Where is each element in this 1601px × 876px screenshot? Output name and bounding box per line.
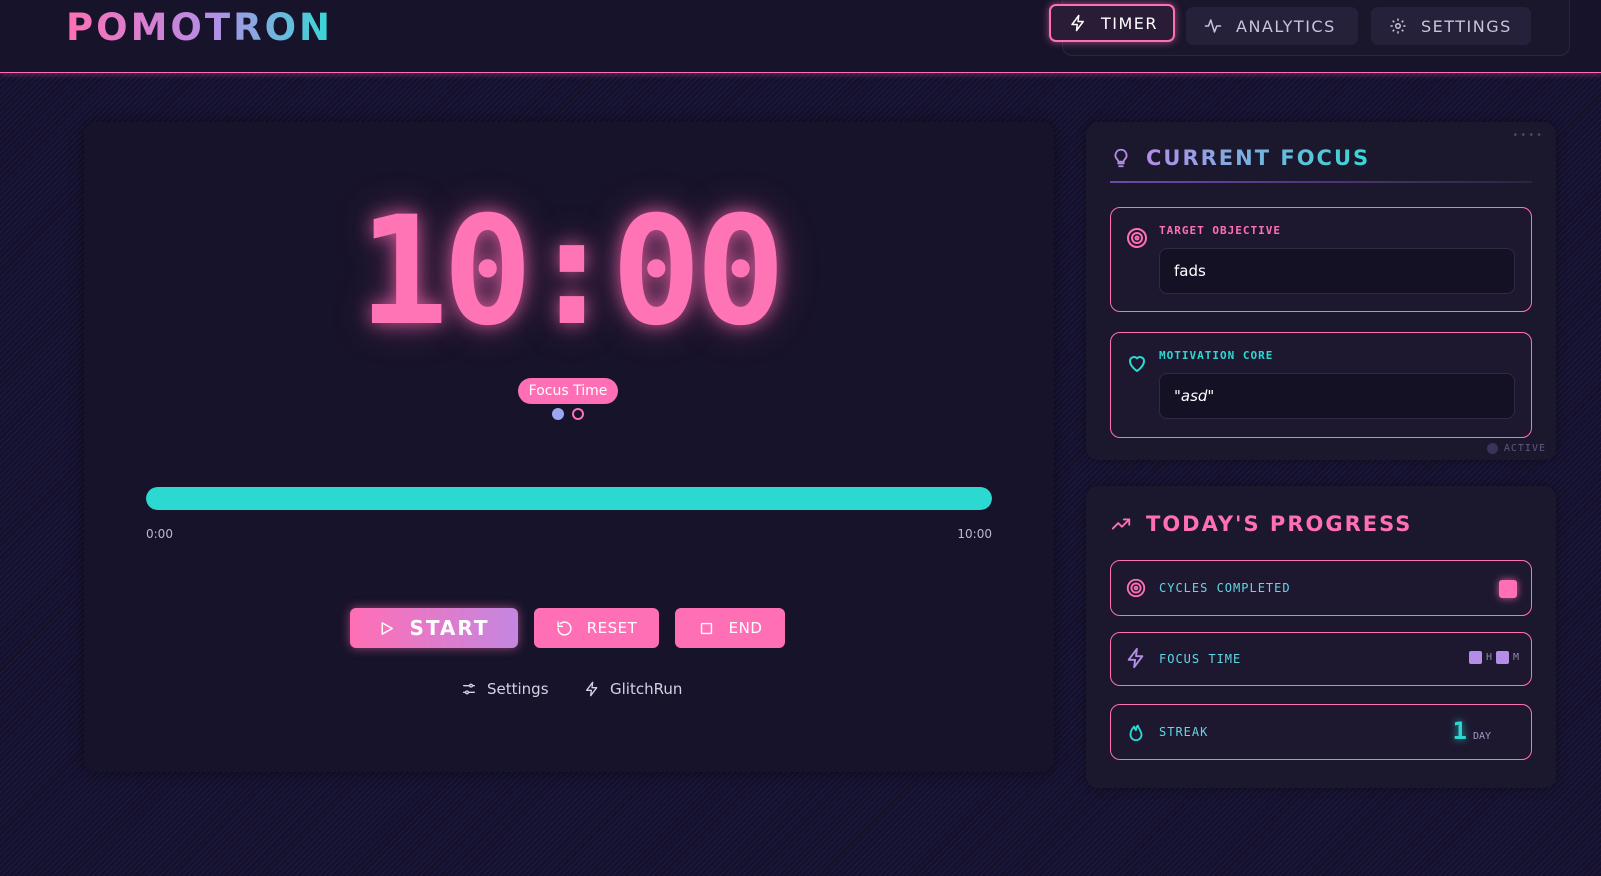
start-button-label: START bbox=[409, 616, 490, 640]
session-dot-completed bbox=[552, 408, 564, 420]
glitchrun-link[interactable]: GlitchRun bbox=[584, 680, 682, 698]
start-button[interactable]: START bbox=[350, 608, 518, 648]
target-objective-label: TARGET OBJECTIVE bbox=[1159, 224, 1281, 237]
cycles-completed-stat: CYCLES COMPLETED bbox=[1110, 560, 1532, 616]
focus-status-indicator: ACTIVE bbox=[1486, 443, 1546, 454]
lightning-icon bbox=[586, 681, 598, 697]
timer-progress-fill bbox=[146, 487, 992, 510]
streak-unit: DAY bbox=[1472, 731, 1491, 742]
end-button[interactable]: END bbox=[675, 608, 785, 648]
focus-time-stat: FOCUS TIME H M bbox=[1110, 632, 1532, 686]
lightning-icon bbox=[1071, 14, 1084, 32]
focus-status-text: ACTIVE bbox=[1503, 443, 1546, 454]
streak-stat: STREAK 1 DAY bbox=[1110, 704, 1532, 760]
nav-tab-analytics-label: ANALYTICS bbox=[1236, 16, 1336, 36]
target-objective-input[interactable]: fads bbox=[1159, 248, 1515, 294]
motivation-core-label: MOTIVATION CORE bbox=[1159, 349, 1274, 362]
progress-start-time: 0:00 bbox=[146, 527, 173, 541]
gear-icon bbox=[1390, 18, 1406, 34]
cycles-completed-value bbox=[1499, 580, 1517, 598]
app-header: POMOTRON TIMER ANALYTICS SETTINGS bbox=[0, 0, 1601, 73]
lightning-icon bbox=[1127, 647, 1144, 669]
current-focus-title: CURRENT FOCUS bbox=[1146, 146, 1371, 170]
glitchrun-link-label: GlitchRun bbox=[610, 680, 683, 698]
progress-end-time: 10:00 bbox=[957, 527, 992, 541]
session-dot-pending bbox=[572, 408, 584, 420]
heart-icon bbox=[1129, 356, 1145, 372]
motivation-core-box: MOTIVATION CORE "asd" bbox=[1110, 332, 1532, 438]
focus-time-label: FOCUS TIME bbox=[1159, 652, 1242, 666]
streak-value: 1 bbox=[1452, 717, 1467, 745]
hours-value bbox=[1468, 651, 1482, 664]
status-dot bbox=[1486, 443, 1498, 454]
current-focus-heading: CURRENT FOCUS bbox=[1110, 146, 1370, 170]
main-nav: TIMER ANALYTICS SETTINGS bbox=[1049, 0, 1570, 56]
stop-icon bbox=[700, 622, 712, 634]
nav-tab-analytics[interactable]: ANALYTICS bbox=[1186, 7, 1358, 45]
sliders-icon bbox=[463, 683, 475, 695]
trending-up-icon bbox=[1111, 518, 1131, 530]
lightbulb-icon bbox=[1114, 148, 1128, 168]
reset-icon bbox=[557, 620, 572, 636]
nav-tab-timer-label: TIMER bbox=[1101, 13, 1159, 33]
minutes-value bbox=[1495, 651, 1509, 664]
timer-mode-badge: Focus Time bbox=[518, 378, 618, 404]
nav-tab-settings[interactable]: SETTINGS bbox=[1371, 7, 1531, 45]
title-divider bbox=[1110, 181, 1532, 183]
target-icon bbox=[1126, 578, 1146, 598]
current-focus-card: •••• CURRENT FOCUS TARGET OBJECTIVE fads… bbox=[1086, 122, 1556, 460]
activity-icon bbox=[1204, 19, 1222, 33]
hours-unit: H bbox=[1485, 652, 1492, 663]
reset-button-label: RESET bbox=[586, 619, 638, 637]
timer-settings-link[interactable]: Settings bbox=[461, 680, 549, 698]
minutes-unit: M bbox=[1512, 652, 1519, 663]
timer-progress-bar bbox=[146, 487, 992, 510]
target-objective-box: TARGET OBJECTIVE fads bbox=[1110, 207, 1532, 312]
flame-icon bbox=[1129, 724, 1143, 742]
target-icon bbox=[1127, 228, 1147, 248]
todays-progress-heading: TODAY'S PROGRESS bbox=[1110, 512, 1412, 536]
play-icon bbox=[381, 621, 394, 635]
timer-display: 10:00 bbox=[358, 185, 786, 359]
nav-tab-settings-label: SETTINGS bbox=[1421, 16, 1512, 36]
cycles-completed-label: CYCLES COMPLETED bbox=[1159, 581, 1291, 595]
motivation-core-input[interactable]: "asd" bbox=[1159, 373, 1515, 419]
card-menu-dots: •••• bbox=[1512, 130, 1544, 141]
nav-tab-timer[interactable]: TIMER bbox=[1049, 4, 1175, 42]
todays-progress-title: TODAY'S PROGRESS bbox=[1146, 512, 1413, 536]
end-button-label: END bbox=[728, 619, 763, 637]
todays-progress-card: TODAY'S PROGRESS CYCLES COMPLETED FOCUS … bbox=[1086, 486, 1556, 788]
streak-value-group: 1 DAY bbox=[1452, 717, 1491, 745]
timer-settings-link-label: Settings bbox=[487, 680, 549, 698]
reset-button[interactable]: RESET bbox=[534, 608, 659, 648]
app-logo: POMOTRON bbox=[66, 6, 333, 49]
timer-card: 10:00 Focus Time 0:00 10:00 START RESET … bbox=[84, 122, 1054, 772]
focus-time-value: H M bbox=[1468, 651, 1519, 664]
streak-label: STREAK bbox=[1159, 725, 1209, 739]
